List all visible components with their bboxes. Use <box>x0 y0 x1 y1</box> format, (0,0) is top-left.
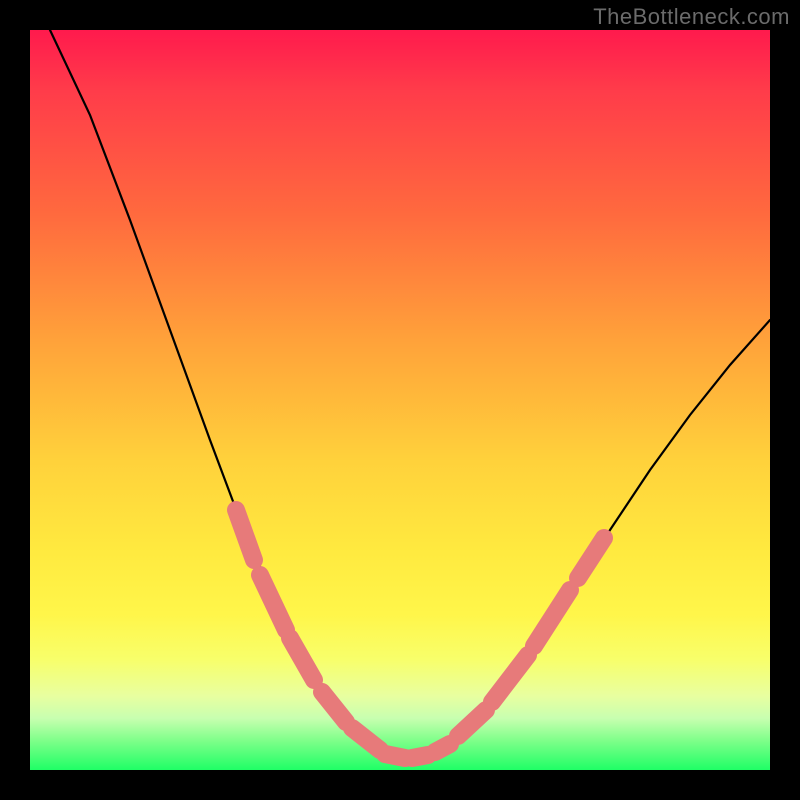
gradient-background <box>30 30 770 770</box>
watermark-text: TheBottleneck.com <box>593 4 790 30</box>
chart-frame <box>30 30 770 770</box>
plot-area <box>30 30 770 770</box>
